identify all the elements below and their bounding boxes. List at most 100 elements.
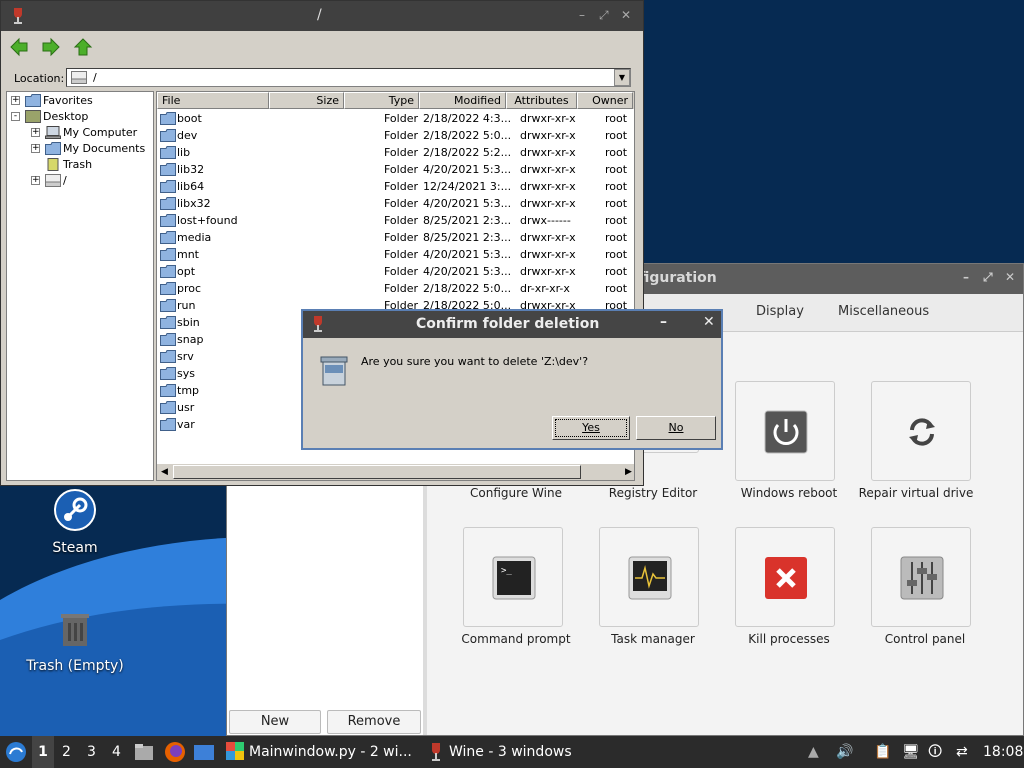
table-row[interactable]: dev Folder 2/18/2022 5:0... drwxr-xr-x root [157,127,634,144]
table-row[interactable]: libx32 Folder 4/20/2021 5:3... drwxr-xr-x ro… [157,195,634,212]
table-row[interactable]: proc Folder 2/18/2022 5:0... dr-xr-xr-x root [157,280,634,297]
maximize-icon[interactable]: ⤢ [599,8,609,23]
file-manager-titlebar[interactable]: / – ⤢ ✕ [1,1,643,31]
table-row[interactable]: lib32 Folder 4/20/2021 5:3... drwxr-xr-x roo… [157,161,634,178]
workspace-2[interactable]: 2 [62,736,71,768]
forward-arrow-icon[interactable] [41,37,61,57]
close-icon[interactable]: ✕ [1005,270,1015,284]
file-attributes: drwxr-xr-x [520,265,576,278]
tile-repair-virtual-drive[interactable] [871,381,971,481]
tile-command-prompt[interactable]: >_ [463,527,563,627]
back-arrow-icon[interactable] [9,37,29,57]
file-type: Folder [384,112,418,125]
file-name: snap [177,333,204,346]
column-header-attributes[interactable]: Attributes [506,92,577,109]
file-manager-launcher-icon[interactable] [134,742,154,762]
file-type: Folder [384,180,418,193]
tile-label: Windows reboot [740,486,838,500]
tile-task-manager[interactable] [599,527,699,627]
location-label: Location: [14,72,65,85]
dialog-titlebar[interactable]: Confirm folder deletion – ✕ [303,311,721,338]
column-header-modified[interactable]: Modified [419,92,506,109]
file-type: Folder [384,265,418,278]
scroll-left-icon[interactable]: ◀ [161,467,168,477]
workspace-1[interactable]: 1 [32,736,54,768]
table-row[interactable]: boot Folder 2/18/2022 4:3... drwxr-xr-x root [157,110,634,127]
up-arrow-icon[interactable] [73,37,93,57]
minimize-icon[interactable]: – [963,270,969,284]
folder-icon [160,265,176,278]
file-name: media [177,231,212,244]
expand-icon[interactable]: + [11,96,20,105]
folder-icon [160,231,176,244]
tile-control-panel[interactable] [871,527,971,627]
expand-icon[interactable]: + [31,144,40,153]
remove-button[interactable]: Remove [327,710,421,734]
workspace-4[interactable]: 4 [112,736,121,768]
volume-icon[interactable]: 🔊 [836,736,853,768]
display-icon[interactable]: 🖥 [902,736,920,768]
table-row[interactable]: lost+found Folder 8/25/2021 2:3... drwx----… [157,212,634,229]
tab-miscellaneous[interactable]: Miscellaneous [838,304,929,319]
close-icon[interactable]: ✕ [703,314,715,330]
tray-updates-icon[interactable]: ▲ [808,736,819,768]
file-modified: 2/18/2022 5:0... [423,129,512,142]
task-mainwindow[interactable]: Mainwindow.py - 2 wi... [249,736,412,768]
notification-icon[interactable]: 🛈 [928,736,942,768]
column-header-file[interactable]: File [157,92,269,109]
horizontal-scrollbar[interactable]: ◀ ▶ [157,464,634,480]
file-name: lost+found [177,214,238,227]
tab-display[interactable]: Display [756,304,804,319]
location-value: / [93,71,97,84]
desktop-icon-trash[interactable]: Trash (Empty) [20,606,130,674]
chevron-down-icon[interactable]: ▼ [614,69,630,86]
desktop-icon-label: Trash (Empty) [26,658,124,674]
no-button[interactable]: No [636,416,716,440]
table-row[interactable]: mnt Folder 4/20/2021 5:3... drwxr-xr-x root [157,246,634,263]
new-button[interactable]: New [229,710,321,734]
trash-icon [61,614,89,646]
tree-item-label: / [63,174,67,187]
desktop-icon-steam[interactable]: Steam [20,488,130,556]
column-header-type[interactable]: Type [344,92,419,109]
task-wine[interactable]: Wine - 3 windows [449,736,572,768]
tile-windows-reboot[interactable] [735,381,835,481]
firefox-icon[interactable] [164,741,186,763]
close-icon[interactable]: ✕ [621,8,631,22]
file-owner: root [605,231,628,244]
network-icon[interactable]: ⇄ [956,736,968,768]
table-row[interactable]: lib Folder 2/18/2022 5:2... drwxr-xr-x root [157,144,634,161]
expand-icon[interactable]: + [31,128,40,137]
kill-icon [765,557,807,599]
column-header-size[interactable]: Size [269,92,344,109]
column-header-owner[interactable]: Owner [577,92,633,109]
file-name: lib32 [177,163,205,176]
documents-folder-icon [45,142,61,155]
workspace-3[interactable]: 3 [87,736,96,768]
table-row[interactable]: opt Folder 4/20/2021 5:3... drwxr-xr-x root [157,263,634,280]
scroll-right-icon[interactable]: ▶ [625,467,632,477]
table-row[interactable]: media Folder 8/25/2021 2:3... drwxr-xr-x roo… [157,229,634,246]
collapse-icon[interactable]: - [11,112,20,121]
file-type: Folder [384,197,418,210]
scrollbar-thumb[interactable] [173,465,581,479]
location-combobox[interactable]: / ▼ [66,68,631,87]
file-attributes: drwxr-xr-x [520,163,576,176]
minimize-icon[interactable]: – [579,8,585,22]
minimize-icon[interactable]: – [660,314,667,330]
dialog-title: Confirm folder deletion [416,316,600,332]
maximize-icon[interactable]: ⤢ [983,270,993,285]
expand-icon[interactable]: + [31,176,40,185]
file-name: opt [177,265,196,278]
power-icon [764,410,808,454]
clipboard-icon[interactable]: 📋 [874,736,891,768]
file-type: Folder [384,214,418,227]
app-menu-icon[interactable] [4,740,28,764]
folder-icon [160,367,176,380]
tile-kill-processes[interactable] [735,527,835,627]
clock: 18:08 [983,744,1024,760]
tile-label: Control panel [884,632,966,646]
window-switcher-icon[interactable] [193,742,215,762]
yes-button[interactable]: Yes [552,416,630,440]
table-row[interactable]: lib64 Folder 12/24/2021 3:... drwxr-xr-x roo… [157,178,634,195]
